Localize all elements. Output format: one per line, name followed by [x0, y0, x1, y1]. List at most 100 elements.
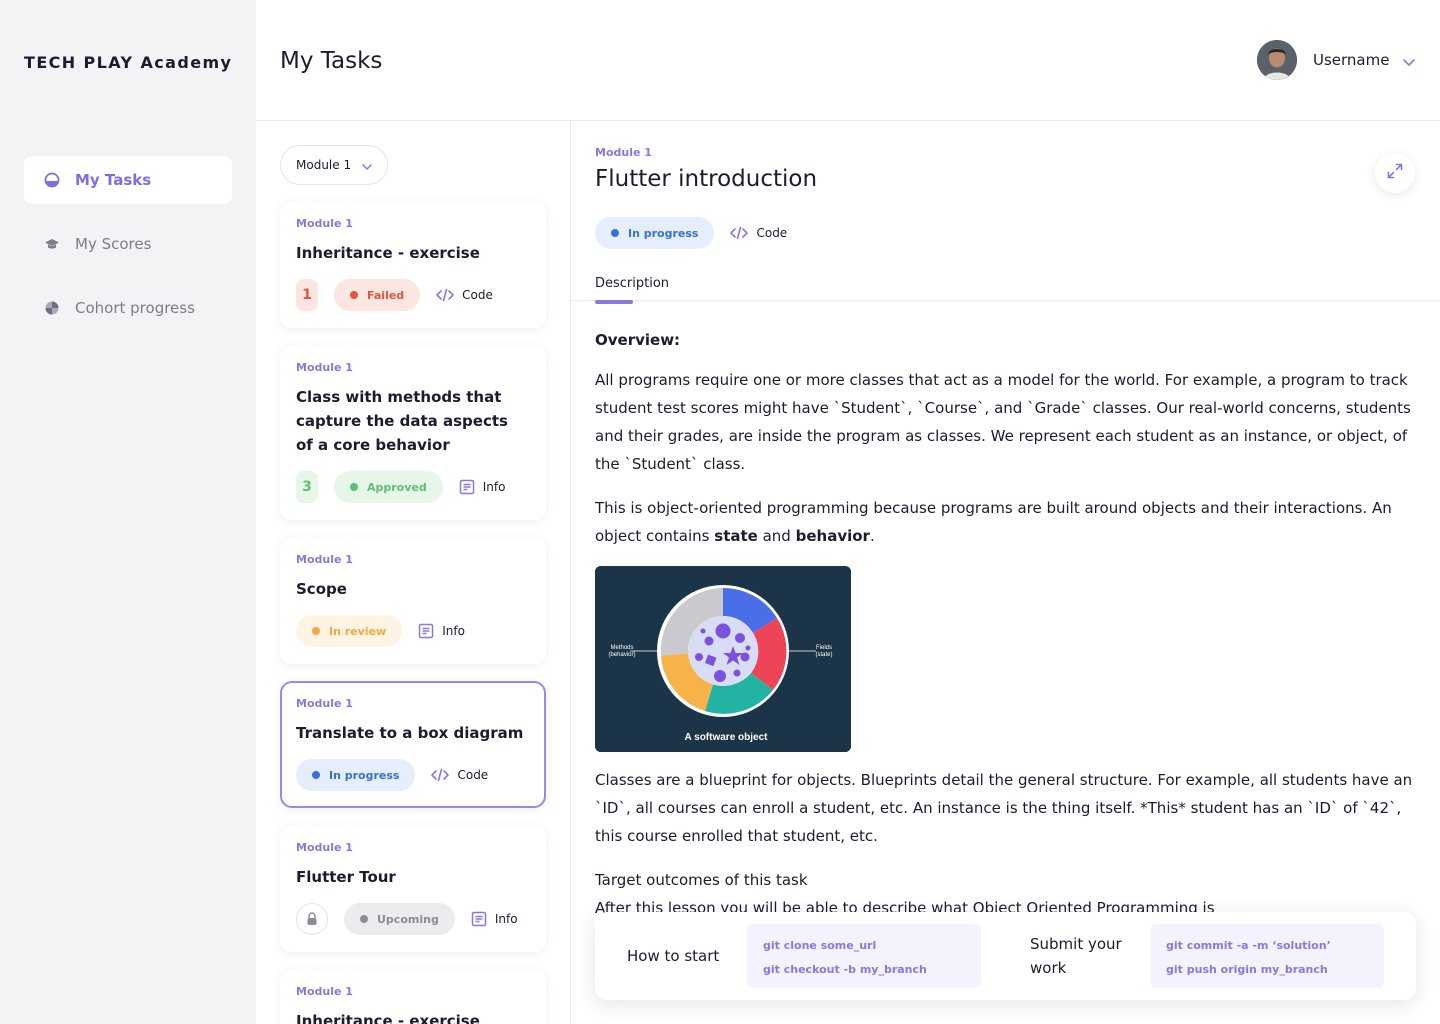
paragraph: Classes are a blueprint for objects. Blu… — [595, 771, 1413, 845]
card-title: Class with methods that capture the data… — [296, 388, 508, 454]
card-title: Flutter Tour — [296, 868, 396, 886]
status-dot — [360, 915, 368, 923]
card-title: Inheritance - exercise — [296, 244, 480, 262]
header-divider — [256, 120, 1440, 121]
sidebar-item-label: My Scores — [75, 235, 152, 253]
status-dot — [611, 229, 619, 237]
info-link[interactable]: Info — [471, 911, 518, 927]
target-outcomes-heading: Target outcomes of this task — [595, 871, 808, 889]
graduation-cap-icon — [44, 236, 60, 252]
username[interactable]: Username — [1313, 51, 1389, 69]
avatar[interactable] — [1257, 40, 1297, 80]
document-icon — [459, 479, 475, 495]
status-dot — [350, 291, 358, 299]
submit-commands[interactable]: git commit -a -m ‘solution’ git push ori… — [1150, 924, 1384, 988]
module-select[interactable]: Module 1 — [280, 145, 388, 185]
overview-heading: Overview: — [595, 331, 681, 349]
methods-sublabel: (behavior) — [608, 652, 635, 658]
status-badge: In progress — [595, 217, 715, 249]
how-to-start-label: How to start — [627, 947, 720, 965]
detail-meta: In progress Code — [595, 217, 787, 249]
task-card-box-diagram[interactable]: Module 1 Translate to a box diagram In p… — [280, 681, 546, 808]
document-icon — [418, 623, 434, 639]
submit-work-line: Submit your — [1030, 935, 1122, 953]
status-dot — [312, 627, 320, 635]
description-content: Overview: All programs require one or mo… — [595, 326, 1425, 914]
chevron-down-icon[interactable] — [1402, 54, 1416, 73]
code-link[interactable]: Code — [730, 226, 787, 240]
figure-caption: A software object — [685, 732, 769, 743]
detail-module: Module 1 — [595, 146, 652, 159]
link-label: Code — [756, 226, 788, 240]
description-scroll[interactable]: Overview: All programs require one or mo… — [595, 326, 1425, 914]
fields-sublabel: (state) — [815, 652, 832, 658]
task-card-flutter-tour[interactable]: Module 1 Flutter Tour Upcoming Info — [280, 825, 546, 952]
status-badge: Upcoming — [344, 903, 455, 935]
module-select-value: Module 1 — [296, 158, 352, 172]
attempt-count: 3 — [296, 471, 318, 503]
expand-icon — [1386, 162, 1404, 184]
card-module: Module 1 — [296, 361, 353, 374]
sidebar-item-my-tasks[interactable]: My Tasks — [24, 156, 232, 204]
app-logo[interactable]: TECH PLAY Academy — [24, 53, 232, 72]
tab-description[interactable]: Description — [595, 276, 669, 291]
status-dot — [350, 483, 358, 491]
link-label: Info — [482, 480, 506, 494]
sidebar-item-label: My Tasks — [75, 171, 152, 189]
task-card-inheritance-2[interactable]: Module 1 Inheritance - exercise — [280, 969, 546, 1024]
sidebar-item-cohort-progress[interactable]: Cohort progress — [24, 284, 232, 332]
sidebar-item-my-scores[interactable]: My Scores — [24, 220, 232, 268]
attempt-count: 1 — [296, 279, 318, 311]
task-card-class-methods[interactable]: Module 1 Class with methods that capture… — [280, 345, 546, 520]
sidebar: TECH PLAY Academy My Tasks My Scores Coh… — [0, 0, 256, 1024]
link-label: Code — [457, 768, 489, 782]
code-icon — [431, 768, 450, 782]
code-link[interactable]: Code — [436, 288, 493, 302]
software-object-diagram: Methods (behavior) Fields (state) A soft… — [595, 566, 851, 752]
fields-label: Fields — [816, 645, 832, 651]
detail-title: Flutter introduction — [595, 166, 818, 192]
card-title: Translate to a box diagram — [296, 724, 524, 742]
status-badge: Approved — [334, 471, 443, 503]
info-link[interactable]: Info — [418, 623, 465, 639]
methods-label: Methods — [610, 645, 633, 651]
status-label: In progress — [329, 768, 400, 782]
start-commands[interactable]: git clone some_url git checkout -b my_br… — [747, 924, 981, 988]
card-title: Scope — [296, 580, 347, 598]
status-label: Approved — [367, 480, 427, 494]
page-title: My Tasks — [280, 48, 383, 74]
tab-divider — [571, 300, 1440, 301]
card-module: Module 1 — [296, 985, 353, 998]
submit-work-line: work — [1030, 959, 1067, 977]
card-title: Inheritance - exercise — [296, 1012, 480, 1024]
expand-button[interactable] — [1375, 153, 1415, 193]
sidebar-item-label: Cohort progress — [75, 299, 195, 317]
paragraph: After this lesson you will be able to de… — [595, 899, 1215, 914]
status-label: Failed — [367, 288, 405, 302]
command-line: git clone some_url — [763, 939, 877, 952]
paragraph-text: and — [757, 527, 796, 545]
tab-active-indicator — [595, 300, 633, 304]
command-line: git commit -a -m ‘solution’ — [1166, 939, 1331, 952]
card-module: Module 1 — [296, 697, 353, 710]
chevron-down-icon — [361, 161, 373, 176]
bold-text: behavior — [795, 527, 870, 545]
panel-divider — [570, 121, 571, 1024]
pie-chart-icon — [44, 300, 60, 316]
status-label: In progress — [628, 226, 699, 240]
git-instructions-panel: How to start git clone some_url git chec… — [595, 912, 1416, 1000]
task-card-scope[interactable]: Module 1 Scope In review Info — [280, 537, 546, 664]
status-badge: In review — [296, 615, 403, 647]
code-icon — [730, 226, 749, 240]
code-icon — [436, 288, 454, 302]
code-link[interactable]: Code — [431, 768, 488, 782]
link-label: Code — [462, 288, 493, 302]
card-module: Module 1 — [296, 217, 353, 230]
command-line: git checkout -b my_branch — [763, 963, 927, 976]
bold-text: state — [714, 527, 758, 545]
info-link[interactable]: Info — [459, 479, 506, 495]
task-card-inheritance[interactable]: Module 1 Inheritance - exercise 1 Failed… — [280, 201, 546, 328]
status-dot — [312, 771, 320, 779]
paragraph-text: . — [869, 527, 875, 545]
submit-work-label: Submit your work — [1030, 932, 1122, 980]
